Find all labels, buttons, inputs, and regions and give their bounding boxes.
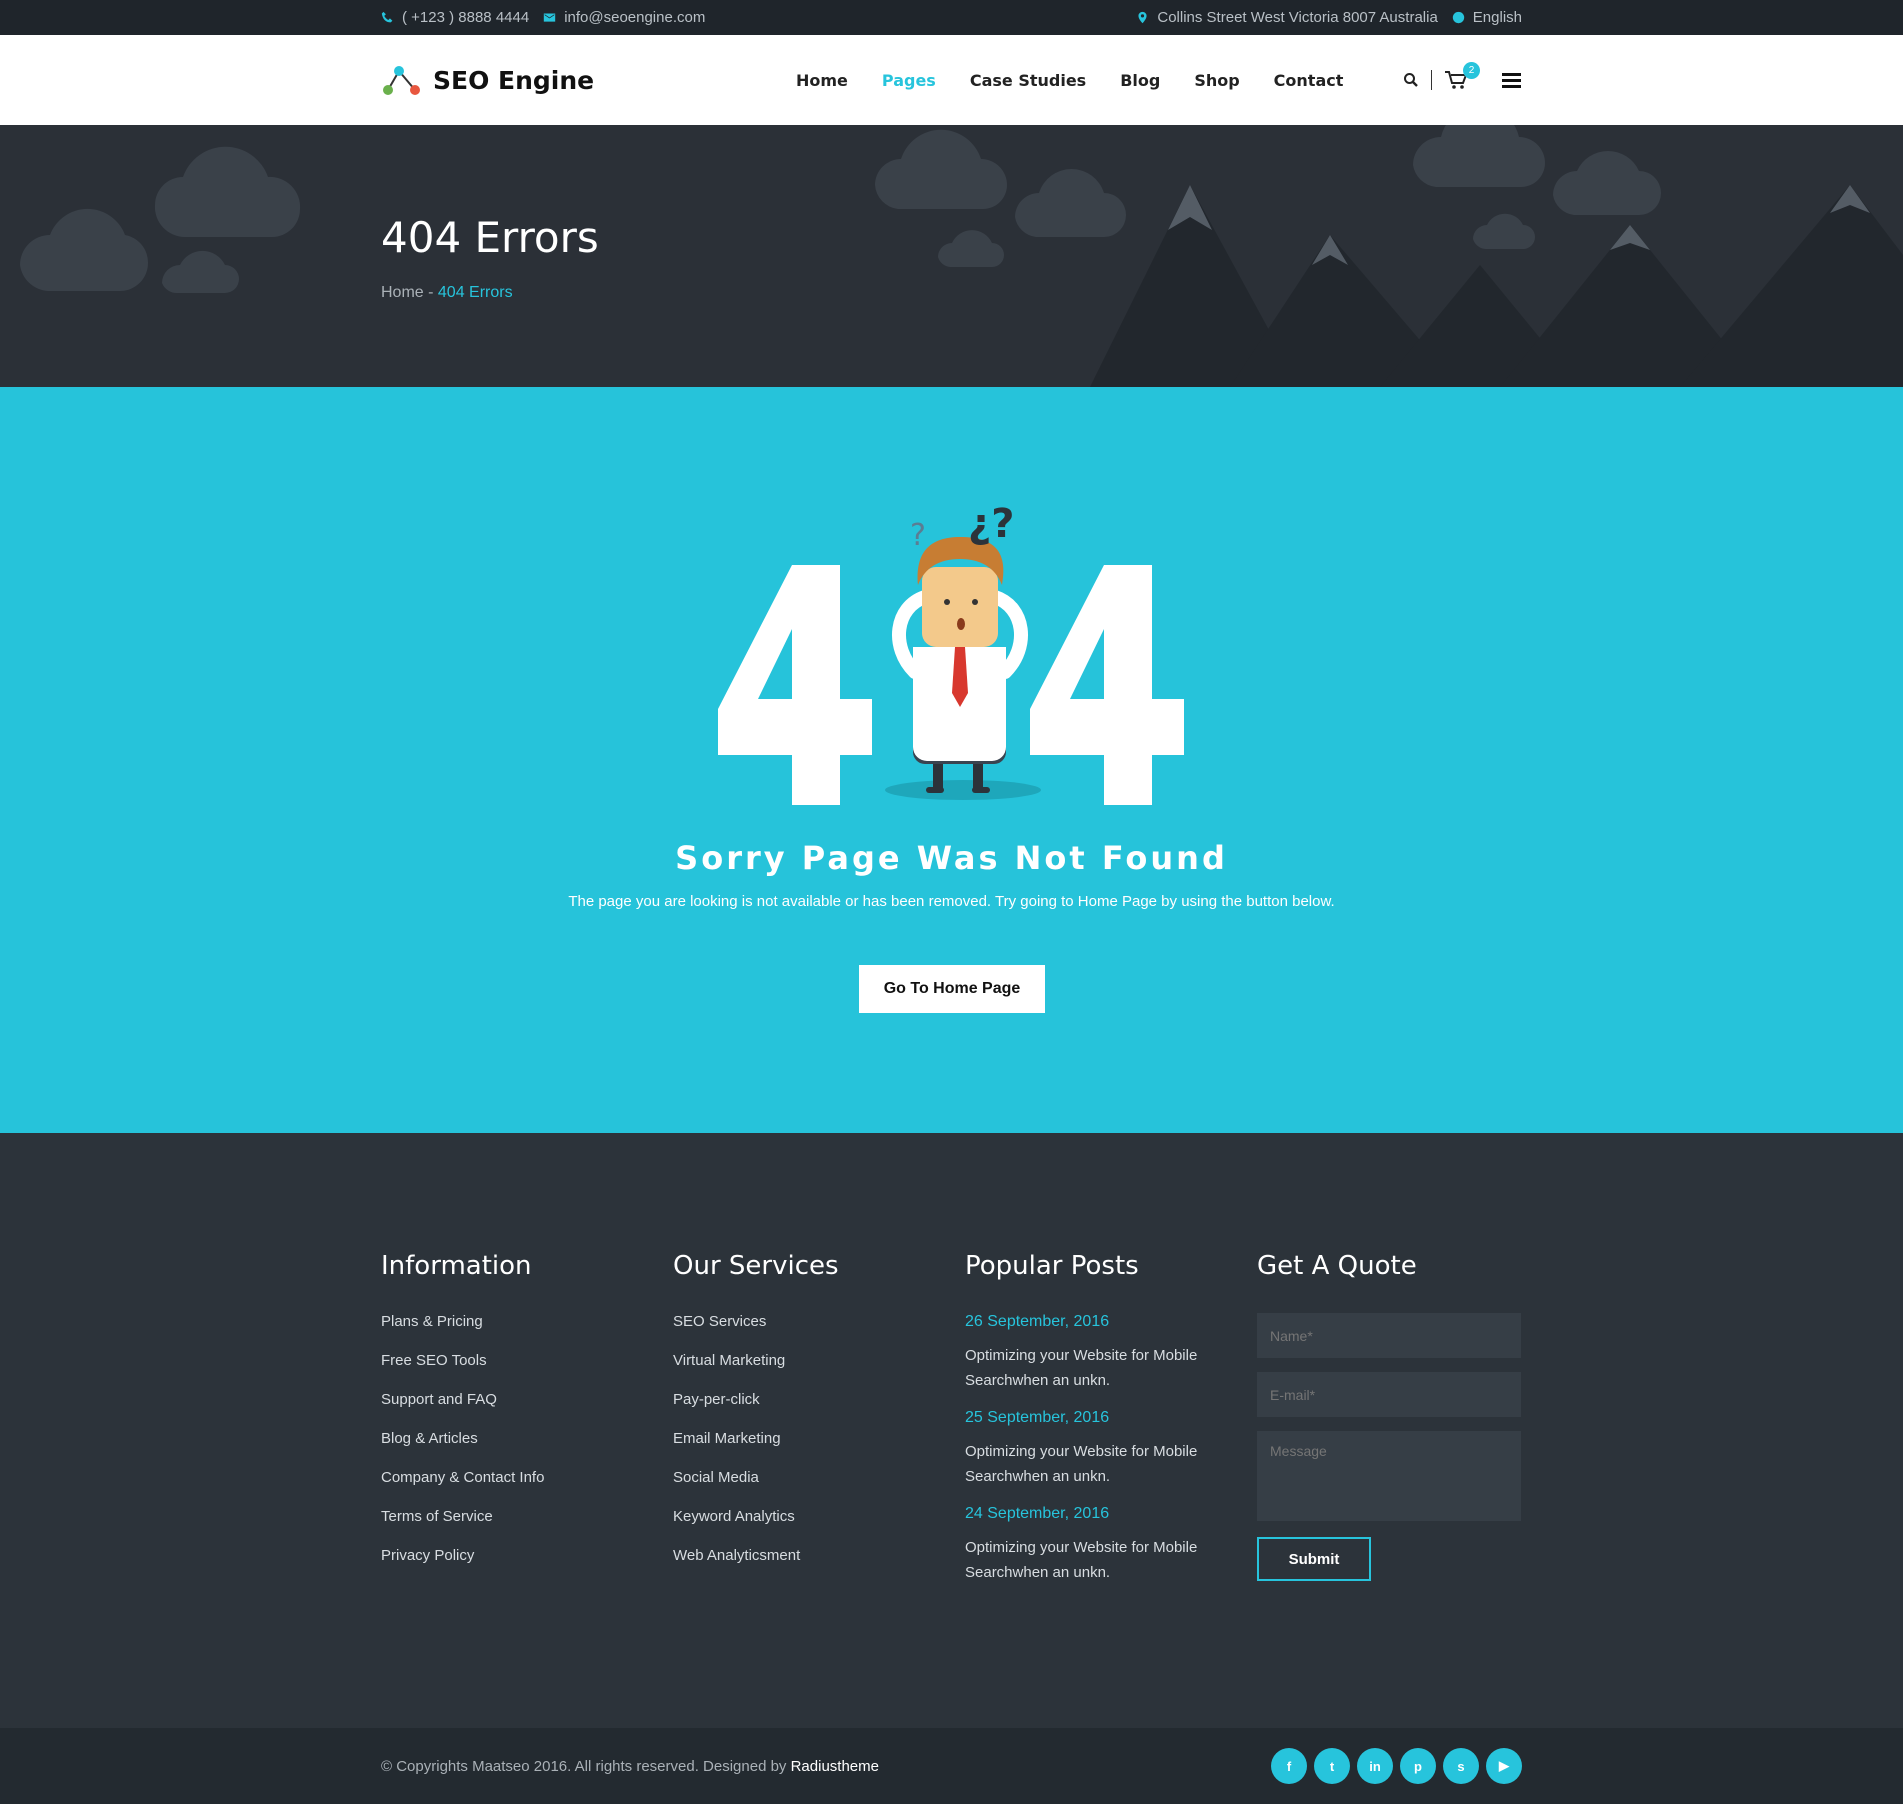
hamburger-menu-icon[interactable] xyxy=(1502,72,1522,88)
page-title: 404 Errors xyxy=(381,213,599,262)
posts-heading: Popular Posts xyxy=(965,1251,1139,1281)
message-field[interactable] xyxy=(1257,1431,1521,1521)
footer-link[interactable]: Privacy Policy xyxy=(381,1547,673,1564)
top-bar: ( +123 ) 8888 4444 info@seoengine.com Co… xyxy=(0,0,1903,35)
language-text[interactable]: English xyxy=(1473,9,1522,26)
breadcrumb-current: 404 Errors xyxy=(437,284,513,301)
email-text[interactable]: info@seoengine.com xyxy=(564,9,705,26)
service-link[interactable]: Web Analyticsment xyxy=(673,1547,965,1564)
breadcrumb-home[interactable]: Home xyxy=(381,284,424,301)
service-link[interactable]: Pay-per-click xyxy=(673,1391,965,1408)
globe-icon xyxy=(1452,11,1464,24)
service-link[interactable]: Social Media xyxy=(673,1469,965,1486)
go-home-button[interactable]: Go To Home Page xyxy=(859,965,1045,1013)
service-link[interactable]: Email Marketing xyxy=(673,1430,965,1447)
post-date: 24 September, 2016 xyxy=(965,1505,1110,1522)
twitter-icon[interactable]: t xyxy=(1314,1748,1350,1784)
designer-link[interactable]: Radiustheme xyxy=(791,1758,879,1775)
error-message: The page you are looking is not availabl… xyxy=(568,893,1335,910)
nav-case-studies[interactable]: Case Studies xyxy=(970,71,1086,90)
phone-info: ( +123 ) 8888 4444 xyxy=(381,9,529,26)
service-link[interactable]: SEO Services xyxy=(673,1313,965,1330)
services-heading: Our Services xyxy=(673,1251,839,1281)
main-nav: Home Pages Case Studies Blog Shop Contac… xyxy=(796,71,1343,90)
name-field[interactable] xyxy=(1257,1313,1521,1358)
social-links: f t in p s ▶ xyxy=(1271,1748,1522,1784)
logo-icon xyxy=(383,66,420,95)
copyright-text: © Copyrights Maatseo 2016. All rights re… xyxy=(381,1757,791,1775)
youtube-icon[interactable]: ▶ xyxy=(1486,1748,1522,1784)
post-date: 26 September, 2016 xyxy=(965,1313,1110,1330)
service-link[interactable]: Virtual Marketing xyxy=(673,1352,965,1369)
footer-link[interactable]: Company & Contact Info xyxy=(381,1469,673,1486)
copyright: © Copyrights Maatseo 2016. All rights re… xyxy=(381,1758,879,1775)
site-logo[interactable]: SEO Engine xyxy=(381,63,796,97)
nav-blog[interactable]: Blog xyxy=(1120,71,1160,90)
cart-button[interactable]: 2 xyxy=(1444,62,1480,90)
footer-link[interactable]: Free SEO Tools xyxy=(381,1352,673,1369)
linkedin-icon[interactable]: in xyxy=(1357,1748,1393,1784)
error-heading: Sorry Page Was Not Found xyxy=(675,839,1228,877)
svg-text:?: ? xyxy=(910,518,926,553)
brand-name: SEO Engine xyxy=(433,65,595,95)
footer-popular-posts: Popular Posts 26 September, 2016 Optimiz… xyxy=(965,1251,1257,1601)
post-title[interactable]: Optimizing your Website for Mobile Searc… xyxy=(965,1439,1215,1489)
page-banner: 404 Errors Home - 404 Errors xyxy=(0,125,1903,387)
footer-services: Our Services SEO Services Virtual Market… xyxy=(673,1251,965,1601)
nav-shop[interactable]: Shop xyxy=(1194,71,1239,90)
email-field[interactable] xyxy=(1257,1372,1521,1417)
phone-text: ( +123 ) 8888 4444 xyxy=(402,9,530,26)
nav-pages[interactable]: Pages xyxy=(882,71,936,90)
footer-quote-form: Get A Quote Submit xyxy=(1257,1251,1521,1601)
site-footer: Information Plans & Pricing Free SEO Too… xyxy=(0,1133,1903,1728)
service-link[interactable]: Keyword Analytics xyxy=(673,1508,965,1525)
language-selector[interactable]: English xyxy=(1452,9,1522,26)
nav-home[interactable]: Home xyxy=(796,71,848,90)
mail-icon xyxy=(544,13,556,22)
breadcrumb: Home - 404 Errors xyxy=(381,284,1522,302)
post-date: 25 September, 2016 xyxy=(965,1409,1110,1426)
svg-text:¿?: ¿? xyxy=(968,501,1014,547)
cart-count-badge: 2 xyxy=(1463,62,1480,79)
footer-link[interactable]: Support and FAQ xyxy=(381,1391,673,1408)
map-pin-icon xyxy=(1138,11,1147,24)
search-icon[interactable] xyxy=(1403,72,1419,88)
phone-icon xyxy=(381,11,393,23)
information-heading: Information xyxy=(381,1251,532,1281)
post-title[interactable]: Optimizing your Website for Mobile Searc… xyxy=(965,1343,1215,1393)
breadcrumb-separator: - xyxy=(423,284,438,301)
bottom-bar: © Copyrights Maatseo 2016. All rights re… xyxy=(0,1728,1903,1804)
address-text: Collins Street West Victoria 8007 Austra… xyxy=(1157,9,1438,26)
address-info: Collins Street West Victoria 8007 Austra… xyxy=(1136,9,1438,26)
error-section: ? ¿? Sorry Page Was Not Found The page y… xyxy=(0,387,1903,1133)
email-info[interactable]: info@seoengine.com xyxy=(543,9,705,26)
divider xyxy=(1431,70,1432,90)
footer-link[interactable]: Terms of Service xyxy=(381,1508,673,1525)
facebook-icon[interactable]: f xyxy=(1271,1748,1307,1784)
nav-contact[interactable]: Contact xyxy=(1274,71,1344,90)
submit-button[interactable]: Submit xyxy=(1257,1537,1371,1581)
post-title[interactable]: Optimizing your Website for Mobile Searc… xyxy=(965,1535,1215,1585)
footer-information: Information Plans & Pricing Free SEO Too… xyxy=(381,1251,673,1601)
pinterest-icon[interactable]: p xyxy=(1400,1748,1436,1784)
site-header: SEO Engine Home Pages Case Studies Blog … xyxy=(0,35,1903,125)
footer-link[interactable]: Plans & Pricing xyxy=(381,1313,673,1330)
404-character-illustration: ? ¿? xyxy=(718,501,1184,805)
footer-link[interactable]: Blog & Articles xyxy=(381,1430,673,1447)
skype-icon[interactable]: s xyxy=(1443,1748,1479,1784)
quote-heading: Get A Quote xyxy=(1257,1251,1417,1281)
